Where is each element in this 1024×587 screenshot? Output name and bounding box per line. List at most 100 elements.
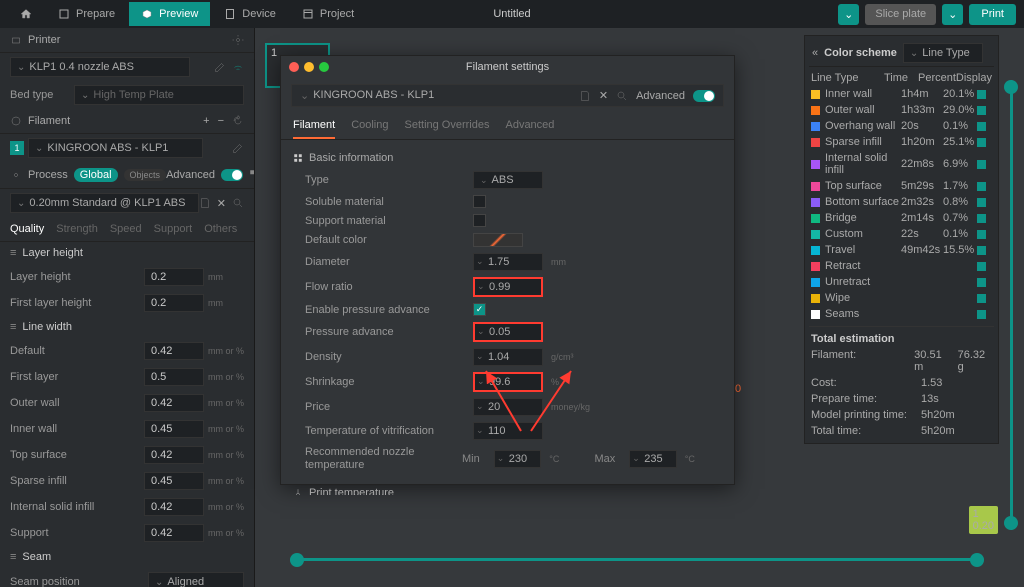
advanced-toggle[interactable] bbox=[221, 169, 243, 181]
outer-wall-lw-input[interactable]: 0.42 bbox=[144, 394, 204, 412]
support-lw-input[interactable]: 0.42 bbox=[144, 524, 204, 542]
rec-nozzle-min-input[interactable]: 230 bbox=[494, 450, 542, 468]
filament-icon bbox=[10, 115, 22, 127]
quality-tab[interactable]: Quality bbox=[10, 223, 44, 235]
top-surface-lw-label: Top surface bbox=[10, 449, 67, 461]
grid-icon bbox=[293, 153, 303, 163]
print-button[interactable]: Print bbox=[969, 4, 1016, 25]
display-checkbox[interactable] bbox=[977, 246, 986, 255]
sparse-infill-lw-input[interactable]: 0.45 bbox=[144, 472, 204, 490]
close-process-icon[interactable]: ✕ bbox=[217, 197, 226, 210]
modal-cooling-tab[interactable]: Cooling bbox=[351, 113, 388, 139]
filament-settings-modal: Filament settings ⌄KINGROON ABS - KLP1 ✕… bbox=[280, 55, 735, 485]
layer-slider[interactable]: 649129.80 10.20 bbox=[1004, 80, 1018, 530]
seam-position-dropdown[interactable]: Aligned bbox=[148, 572, 244, 587]
modal-filament-tab[interactable]: Filament bbox=[293, 113, 335, 139]
device-tab[interactable]: Device bbox=[212, 2, 288, 26]
display-checkbox[interactable] bbox=[977, 262, 986, 271]
flow-ratio-input[interactable]: 0.99 bbox=[473, 277, 543, 297]
printer-section-head: Printer bbox=[0, 28, 254, 53]
gear-icon[interactable] bbox=[232, 34, 244, 46]
modal-advanced-tab[interactable]: Advanced bbox=[505, 113, 554, 139]
bed-type-dropdown[interactable]: High Temp Plate bbox=[74, 85, 244, 105]
slice-button[interactable]: Slice plate bbox=[865, 4, 936, 25]
printer-dropdown[interactable]: KLP1 0.4 nozzle ABS bbox=[10, 57, 190, 77]
price-input[interactable]: 20 bbox=[473, 398, 543, 416]
first-layer-lw-input[interactable]: 0.5 bbox=[144, 368, 204, 386]
display-checkbox[interactable] bbox=[977, 106, 986, 115]
internal-solid-lw-label: Internal solid infill bbox=[10, 501, 94, 513]
preview-tab[interactable]: Preview bbox=[129, 2, 210, 26]
filament-color-badge[interactable]: 1 bbox=[10, 141, 24, 155]
add-filament-icon[interactable]: + bbox=[203, 115, 209, 127]
seam-group[interactable]: Seam bbox=[0, 546, 254, 568]
modal-advanced-toggle[interactable] bbox=[693, 90, 715, 102]
edit-icon[interactable] bbox=[214, 61, 226, 73]
global-pill[interactable]: Global bbox=[74, 168, 118, 182]
display-checkbox[interactable] bbox=[977, 294, 986, 303]
pa-input[interactable]: 0.05 bbox=[473, 322, 543, 342]
inner-wall-lw-input[interactable]: 0.45 bbox=[144, 420, 204, 438]
diameter-input[interactable]: 1.75 bbox=[473, 253, 543, 271]
home-button[interactable] bbox=[8, 2, 44, 26]
print-dropdown-button[interactable]: ⌄ bbox=[942, 4, 963, 25]
internal-solid-lw-input[interactable]: 0.42 bbox=[144, 498, 204, 516]
filament-edit-icon[interactable] bbox=[232, 142, 244, 154]
line-width-group[interactable]: Line width bbox=[0, 316, 254, 338]
objects-pill[interactable]: Objects bbox=[124, 169, 167, 181]
print-temp-group[interactable]: Print temperature bbox=[281, 483, 734, 495]
default-lw-input[interactable]: 0.42 bbox=[144, 342, 204, 360]
shrinkage-input[interactable]: 99.6 bbox=[473, 372, 543, 392]
support-mat-label: Support material bbox=[305, 215, 465, 227]
rec-nozzle-max-input[interactable]: 235 bbox=[629, 450, 677, 468]
modal-close-icon[interactable]: ✕ bbox=[599, 89, 608, 102]
modal-profile-dropdown[interactable]: ⌄KINGROON ABS - KLP1 ✕Advanced bbox=[291, 84, 724, 107]
line-type-row: Sparse infill1h20m25.1% bbox=[809, 134, 994, 150]
display-checkbox[interactable] bbox=[977, 122, 986, 131]
project-tab[interactable]: Project bbox=[290, 2, 366, 26]
remove-filament-icon[interactable]: − bbox=[218, 115, 224, 127]
display-checkbox[interactable] bbox=[977, 138, 986, 147]
rec-nozzle-label: Recommended nozzle temperature bbox=[305, 446, 454, 472]
process-dropdown[interactable]: 0.20mm Standard @ KLP1 ABS bbox=[10, 193, 199, 213]
type-dropdown[interactable]: ABS bbox=[473, 171, 543, 189]
modal-overrides-tab[interactable]: Setting Overrides bbox=[405, 113, 490, 139]
density-input[interactable]: 1.04 bbox=[473, 348, 543, 366]
modal-save-icon[interactable] bbox=[579, 90, 591, 102]
prepare-tab[interactable]: Prepare bbox=[46, 2, 127, 26]
price-label: Price bbox=[305, 401, 465, 413]
display-checkbox[interactable] bbox=[977, 214, 986, 223]
basic-info-group[interactable]: Basic information bbox=[281, 148, 734, 168]
display-checkbox[interactable] bbox=[977, 278, 986, 287]
color-scheme-dropdown[interactable]: Line Type bbox=[903, 43, 983, 63]
slice-dropdown-button[interactable]: ⌄ bbox=[838, 4, 859, 25]
others-tab[interactable]: Others bbox=[204, 223, 237, 235]
window-controls[interactable] bbox=[289, 62, 329, 72]
display-checkbox[interactable] bbox=[977, 90, 986, 99]
support-tab[interactable]: Support bbox=[154, 223, 193, 235]
search-icon[interactable] bbox=[232, 197, 244, 209]
color-swatch[interactable] bbox=[473, 233, 523, 247]
speed-tab[interactable]: Speed bbox=[110, 223, 142, 235]
soluble-checkbox[interactable] bbox=[473, 195, 486, 208]
time-slider[interactable] bbox=[290, 553, 984, 567]
display-checkbox[interactable] bbox=[977, 310, 986, 319]
enable-pa-checkbox[interactable] bbox=[473, 303, 486, 316]
strength-tab[interactable]: Strength bbox=[56, 223, 98, 235]
sync-icon[interactable] bbox=[232, 115, 244, 127]
modal-search-icon[interactable] bbox=[616, 90, 628, 102]
display-checkbox[interactable] bbox=[977, 198, 986, 207]
filament-dropdown[interactable]: KINGROON ABS - KLP1 bbox=[28, 138, 203, 158]
layer-height-input[interactable]: 0.2 bbox=[144, 268, 204, 286]
support-mat-checkbox[interactable] bbox=[473, 214, 486, 227]
save-icon[interactable] bbox=[199, 197, 211, 209]
collapse-icon[interactable]: « bbox=[812, 47, 818, 59]
layer-height-group[interactable]: Layer height bbox=[0, 242, 254, 264]
top-surface-lw-input[interactable]: 0.42 bbox=[144, 446, 204, 464]
display-checkbox[interactable] bbox=[977, 160, 986, 169]
display-checkbox[interactable] bbox=[977, 182, 986, 191]
wifi-icon[interactable] bbox=[232, 61, 244, 73]
display-checkbox[interactable] bbox=[977, 230, 986, 239]
vitrification-input[interactable]: 110 bbox=[473, 422, 543, 440]
first-layer-height-input[interactable]: 0.2 bbox=[144, 294, 204, 312]
